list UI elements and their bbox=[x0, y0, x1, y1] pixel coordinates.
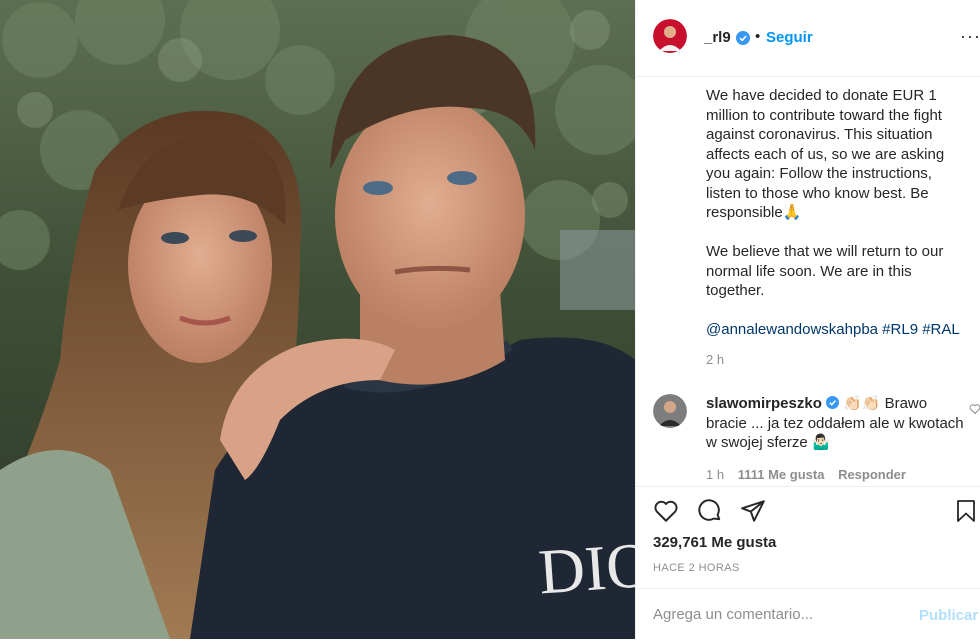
caption-paragraph-1: We have decided to donate EUR 1 million … bbox=[706, 87, 945, 221]
like-heart-icon[interactable] bbox=[653, 498, 679, 524]
author-avatar[interactable] bbox=[653, 19, 687, 53]
comment-like-heart-icon[interactable] bbox=[969, 403, 980, 415]
comment-input[interactable] bbox=[653, 606, 903, 623]
follow-button[interactable]: Seguir bbox=[766, 29, 813, 46]
more-options-icon[interactable]: ··· bbox=[960, 26, 980, 47]
caption-tags[interactable]: @annalewandowskahpba #RL9 #RAL bbox=[706, 320, 968, 340]
post-photo[interactable]: DIO bbox=[0, 0, 635, 639]
share-send-icon[interactable] bbox=[740, 498, 766, 524]
couple-selfie-image: DIO bbox=[0, 0, 635, 639]
comment-body: slawomirpeszko 👏🏻👏🏻 Brawo bracie ... ja … bbox=[706, 394, 968, 453]
publish-button[interactable]: Publicar bbox=[919, 607, 978, 624]
separator-dot: • bbox=[755, 28, 761, 45]
caption-paragraph-2: We believe that we will return to our no… bbox=[706, 243, 944, 299]
post-caption: We have decided to donate EUR 1 million … bbox=[706, 86, 968, 340]
comment-likes[interactable]: 1111 Me gusta bbox=[738, 467, 825, 482]
commenter-username[interactable]: slawomirpeszko bbox=[706, 395, 822, 412]
commenter-avatar[interactable] bbox=[653, 394, 687, 428]
add-comment-bar: Publicar bbox=[636, 588, 980, 641]
post-actions: 329,761 Me gusta HACE 2 HORAS Publicar bbox=[636, 486, 980, 640]
save-bookmark-icon[interactable] bbox=[954, 498, 978, 524]
like-count[interactable]: 329,761 Me gusta bbox=[653, 534, 776, 551]
caption-timestamp[interactable]: 2 h bbox=[706, 352, 724, 367]
comment-timestamp[interactable]: 1 h bbox=[706, 467, 724, 482]
comment-meta: 1 h 1111 Me gusta Responder bbox=[706, 467, 916, 482]
reply-button[interactable]: Responder bbox=[838, 467, 906, 482]
post-side-panel: _rl9 • Seguir ··· We have decided to don… bbox=[635, 0, 980, 639]
svg-text:DIO: DIO bbox=[536, 529, 635, 608]
verified-badge-icon bbox=[736, 31, 750, 45]
post-age[interactable]: HACE 2 HORAS bbox=[653, 562, 740, 574]
author-username[interactable]: _rl9 bbox=[704, 29, 731, 46]
verified-badge-icon bbox=[825, 396, 839, 409]
comment-bubble-icon[interactable] bbox=[697, 498, 723, 524]
post-header: _rl9 • Seguir ··· bbox=[636, 0, 980, 77]
